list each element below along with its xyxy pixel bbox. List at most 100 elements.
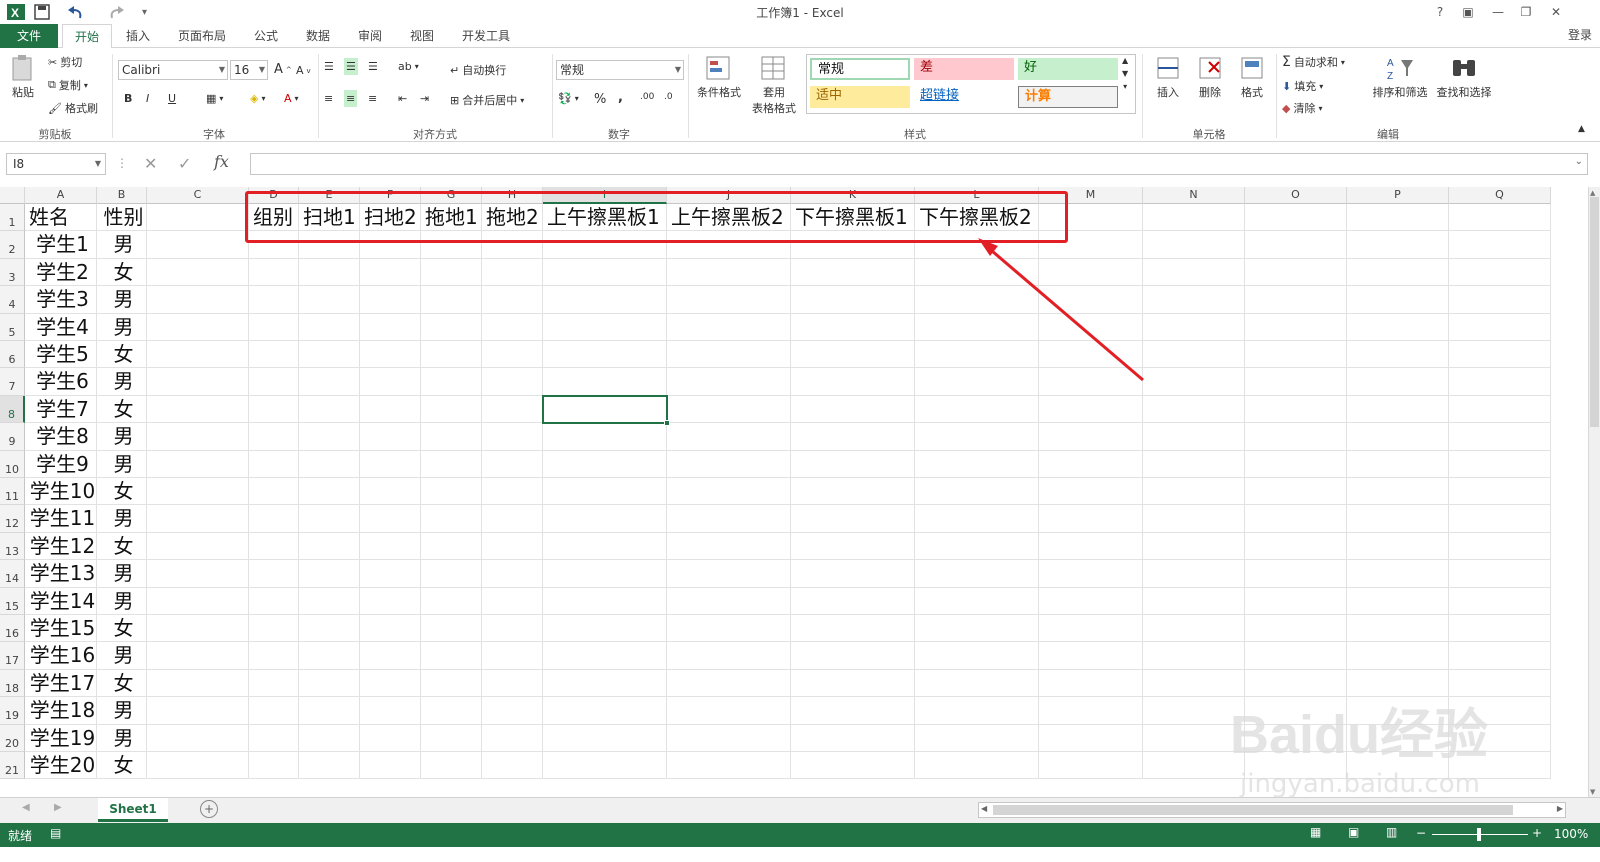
cell-i6[interactable] — [543, 341, 667, 369]
cell-b10[interactable]: 男 — [97, 450, 147, 478]
cell-m3[interactable] — [1039, 258, 1143, 287]
column-header-e[interactable]: E — [299, 187, 360, 204]
row-header-13[interactable]: 13 — [0, 532, 25, 561]
cell-a10[interactable]: 学生9 — [25, 450, 97, 478]
cell-q10[interactable] — [1449, 450, 1551, 478]
cell-e16[interactable] — [299, 615, 360, 643]
cell-d7[interactable] — [249, 368, 299, 396]
cell-n10[interactable] — [1143, 450, 1245, 478]
cell-i16[interactable] — [543, 615, 667, 643]
cell-n1[interactable] — [1143, 204, 1245, 232]
cell-p8[interactable] — [1347, 395, 1449, 424]
cell-g15[interactable] — [421, 587, 482, 615]
cell-o2[interactable] — [1245, 231, 1347, 259]
cell-c2[interactable] — [147, 231, 249, 259]
cell-c6[interactable] — [147, 341, 249, 369]
cell-c12[interactable] — [147, 505, 249, 533]
cell-o14[interactable] — [1245, 560, 1347, 588]
cell-b4[interactable]: 男 — [97, 286, 147, 314]
cell-e13[interactable] — [299, 532, 360, 561]
increase-indent-icon[interactable]: ⇥ — [420, 92, 429, 105]
cell-o12[interactable] — [1245, 505, 1347, 533]
cell-f11[interactable] — [360, 478, 421, 506]
cell-m10[interactable] — [1039, 450, 1143, 478]
cell-q4[interactable] — [1449, 286, 1551, 314]
tab-view[interactable]: 视图 — [402, 24, 442, 48]
cell-j19[interactable] — [667, 697, 791, 725]
column-header-q[interactable]: Q — [1449, 187, 1551, 204]
column-header-p[interactable]: P — [1347, 187, 1449, 204]
cell-g17[interactable] — [421, 642, 482, 670]
format-cells-button[interactable]: 格式 — [1232, 54, 1272, 100]
cell-o15[interactable] — [1245, 587, 1347, 615]
cell-p11[interactable] — [1347, 478, 1449, 506]
cell-m17[interactable] — [1039, 642, 1143, 670]
cell-c1[interactable] — [147, 204, 249, 232]
cell-k15[interactable] — [791, 587, 915, 615]
cell-p10[interactable] — [1347, 450, 1449, 478]
cell-e12[interactable] — [299, 505, 360, 533]
cell-g6[interactable] — [421, 341, 482, 369]
cell-g7[interactable] — [421, 368, 482, 396]
tab-developer[interactable]: 开发工具 — [454, 24, 518, 48]
increase-decimal-icon[interactable]: .00 — [640, 92, 654, 102]
cell-o7[interactable] — [1245, 368, 1347, 396]
minimize-icon[interactable]: — — [1486, 2, 1510, 22]
row-header-5[interactable]: 5 — [0, 313, 25, 341]
cell-n13[interactable] — [1143, 532, 1245, 561]
cell-e17[interactable] — [299, 642, 360, 670]
cell-a6[interactable]: 学生5 — [25, 341, 97, 369]
row-header-16[interactable]: 16 — [0, 615, 25, 643]
cell-l15[interactable] — [915, 587, 1039, 615]
cell-g9[interactable] — [421, 423, 482, 451]
cell-f3[interactable] — [360, 258, 421, 287]
merge-center-button[interactable]: ⊞ 合并后居中 ▾ — [450, 92, 524, 108]
cell-j9[interactable] — [667, 423, 791, 451]
column-header-g[interactable]: G — [421, 187, 482, 204]
gallery-scroll-icon[interactable]: ▲ ▼ ▾ — [1122, 56, 1128, 91]
cell-a1[interactable]: 姓名 — [25, 204, 97, 232]
cell-m16[interactable] — [1039, 615, 1143, 643]
cell-g3[interactable] — [421, 258, 482, 287]
cell-d16[interactable] — [249, 615, 299, 643]
cell-h11[interactable] — [482, 478, 543, 506]
row-header-10[interactable]: 10 — [0, 450, 25, 478]
cell-m11[interactable] — [1039, 478, 1143, 506]
cell-l7[interactable] — [915, 368, 1039, 396]
cell-l18[interactable] — [915, 669, 1039, 698]
style-calculation[interactable]: 计算 — [1018, 86, 1118, 108]
zoom-slider-thumb[interactable] — [1477, 828, 1481, 841]
cell-q13[interactable] — [1449, 532, 1551, 561]
cell-n6[interactable] — [1143, 341, 1245, 369]
cell-m6[interactable] — [1039, 341, 1143, 369]
horizontal-scrollbar[interactable]: ◀ ▶ — [978, 802, 1566, 818]
row-header-11[interactable]: 11 — [0, 478, 25, 506]
style-normal[interactable]: 常规 — [810, 58, 910, 80]
cell-n14[interactable] — [1143, 560, 1245, 588]
cell-k20[interactable] — [791, 724, 915, 752]
cell-o9[interactable] — [1245, 423, 1347, 451]
insert-cells-button[interactable]: 插入 — [1148, 54, 1188, 100]
cell-l21[interactable] — [915, 752, 1039, 780]
cell-j15[interactable] — [667, 587, 791, 615]
cell-a2[interactable]: 学生1 — [25, 231, 97, 259]
cell-f5[interactable] — [360, 313, 421, 341]
cell-a5[interactable]: 学生4 — [25, 313, 97, 341]
grow-font-icon[interactable]: A ^ — [274, 62, 292, 77]
cancel-icon[interactable]: ✕ — [144, 154, 157, 173]
cell-i3[interactable] — [543, 258, 667, 287]
cell-j7[interactable] — [667, 368, 791, 396]
cell-g4[interactable] — [421, 286, 482, 314]
cell-g13[interactable] — [421, 532, 482, 561]
cell-l12[interactable] — [915, 505, 1039, 533]
cell-a19[interactable]: 学生18 — [25, 697, 97, 725]
cell-g16[interactable] — [421, 615, 482, 643]
collapse-ribbon-icon[interactable]: ▲ — [1578, 124, 1585, 134]
column-header-n[interactable]: N — [1143, 187, 1245, 204]
find-select-button[interactable]: 查找和选择 — [1432, 54, 1496, 100]
cell-f17[interactable] — [360, 642, 421, 670]
sheet-tab-sheet1[interactable]: Sheet1 — [98, 798, 168, 822]
cell-h7[interactable] — [482, 368, 543, 396]
cell-b3[interactable]: 女 — [97, 258, 147, 287]
cell-k5[interactable] — [791, 313, 915, 341]
